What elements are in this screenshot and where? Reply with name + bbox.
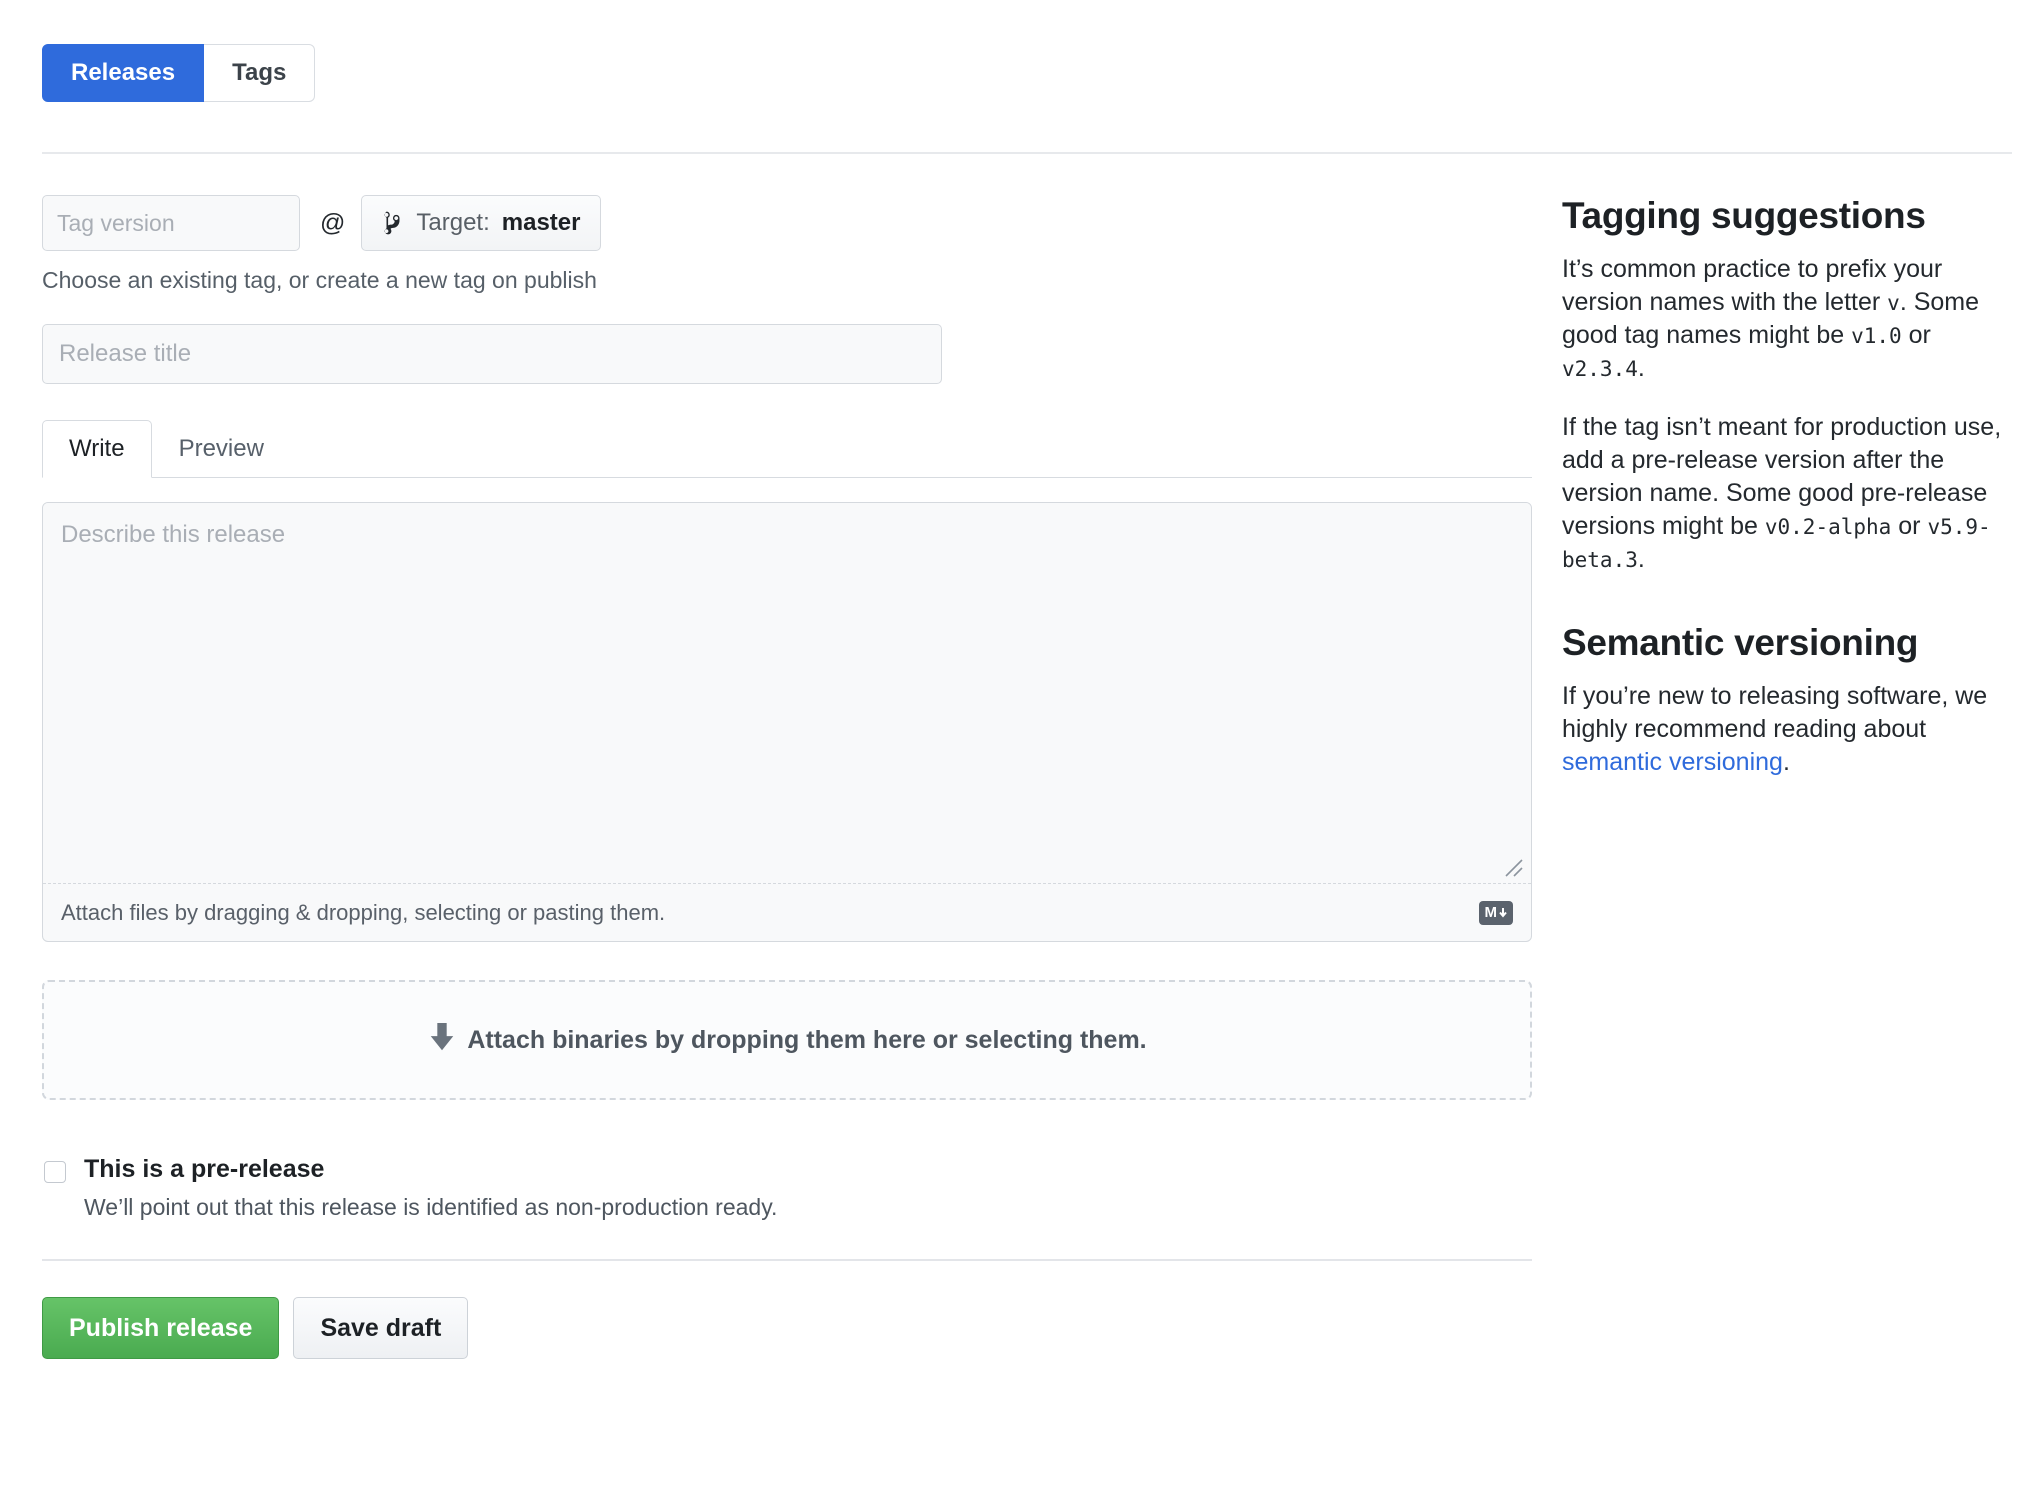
tagging-p2-b: or [1891, 512, 1928, 540]
tab-releases[interactable]: Releases [42, 44, 205, 102]
at-symbol: @ [320, 208, 346, 237]
form-actions: Publish release Save draft [42, 1297, 1532, 1359]
editor-footer: Attach files by dragging & dropping, sel… [43, 883, 1531, 941]
semver-p-a: If you’re new to releasing software, we … [1562, 682, 1988, 743]
git-branch-icon [382, 210, 404, 236]
tagging-p1-c: or [1901, 321, 1931, 349]
description-area [43, 503, 1531, 883]
save-draft-button[interactable]: Save draft [293, 1297, 469, 1359]
tagging-p1-code2: v1.0 [1851, 324, 1902, 348]
tag-version-input[interactable] [42, 195, 300, 251]
header-divider [42, 152, 2012, 154]
publish-release-button[interactable]: Publish release [42, 1297, 280, 1359]
binaries-dropzone[interactable]: Attach binaries by dropping them here or… [42, 980, 1532, 1100]
semantic-versioning-heading: Semantic versioning [1562, 622, 1919, 663]
tagging-p1-a: It’s common practice to prefix your vers… [1562, 255, 1943, 316]
tagging-p1-code3: v2.3.4 [1562, 357, 1638, 381]
description-editor: Attach files by dragging & dropping, sel… [42, 502, 1532, 942]
tagging-p1-d: . [1637, 354, 1645, 382]
target-branch-button[interactable]: Target: master [361, 195, 602, 251]
releases-tabs: Releases Tags [42, 44, 316, 102]
tagging-paragraph-2: If the tag isn’t meant for production us… [1562, 411, 2012, 576]
prerelease-label[interactable]: This is a pre-release [84, 1155, 777, 1184]
tab-preview[interactable]: Preview [152, 420, 291, 478]
new-release-page: Releases Tags @ Target: master Choose an… [0, 0, 2040, 1488]
release-title-input[interactable] [42, 324, 942, 384]
tagging-p2-code1: v0.2-alpha [1764, 515, 1892, 539]
markdown-icon[interactable]: M [1479, 900, 1513, 925]
tagging-p1-code1: v [1887, 291, 1900, 315]
tag-help-text: Choose an existing tag, or create a new … [42, 267, 597, 293]
tab-tags[interactable]: Tags [204, 44, 316, 102]
target-label: Target: [416, 209, 490, 236]
tips-sidebar: Tagging suggestions It’s common practice… [1562, 195, 2012, 805]
prerelease-section: This is a pre-release We’ll point out th… [42, 1155, 1532, 1221]
markdown-icon-letter: M [1484, 904, 1498, 921]
tagging-suggestions-heading: Tagging suggestions [1562, 195, 1926, 236]
attach-files-hint: Attach files by dragging & dropping, sel… [61, 899, 666, 925]
dropzone-text: Attach binaries by dropping them here or… [467, 1025, 1147, 1054]
actions-divider [42, 1259, 1532, 1261]
semver-paragraph: If you’re new to releasing software, we … [1562, 680, 2012, 779]
prerelease-checkbox[interactable] [44, 1161, 66, 1183]
tagging-paragraph-1: It’s common practice to prefix your vers… [1562, 253, 2012, 385]
download-arrow-icon [427, 1021, 457, 1060]
target-value: master [501, 209, 581, 236]
tab-write[interactable]: Write [42, 420, 152, 478]
prerelease-texts: This is a pre-release We’ll point out th… [84, 1155, 777, 1221]
description-textarea[interactable] [43, 503, 1531, 883]
release-form: @ Target: master Choose an existing tag,… [42, 195, 1532, 1359]
prerelease-description: We’ll point out that this release is ide… [84, 1194, 778, 1220]
semantic-versioning-link[interactable]: semantic versioning [1562, 748, 1783, 776]
tagging-p2-c: . [1637, 545, 1645, 573]
semver-p-b: . [1782, 748, 1790, 776]
editor-tabs: Write Preview [42, 420, 1532, 478]
tag-version-row: @ Target: master [42, 195, 1532, 251]
